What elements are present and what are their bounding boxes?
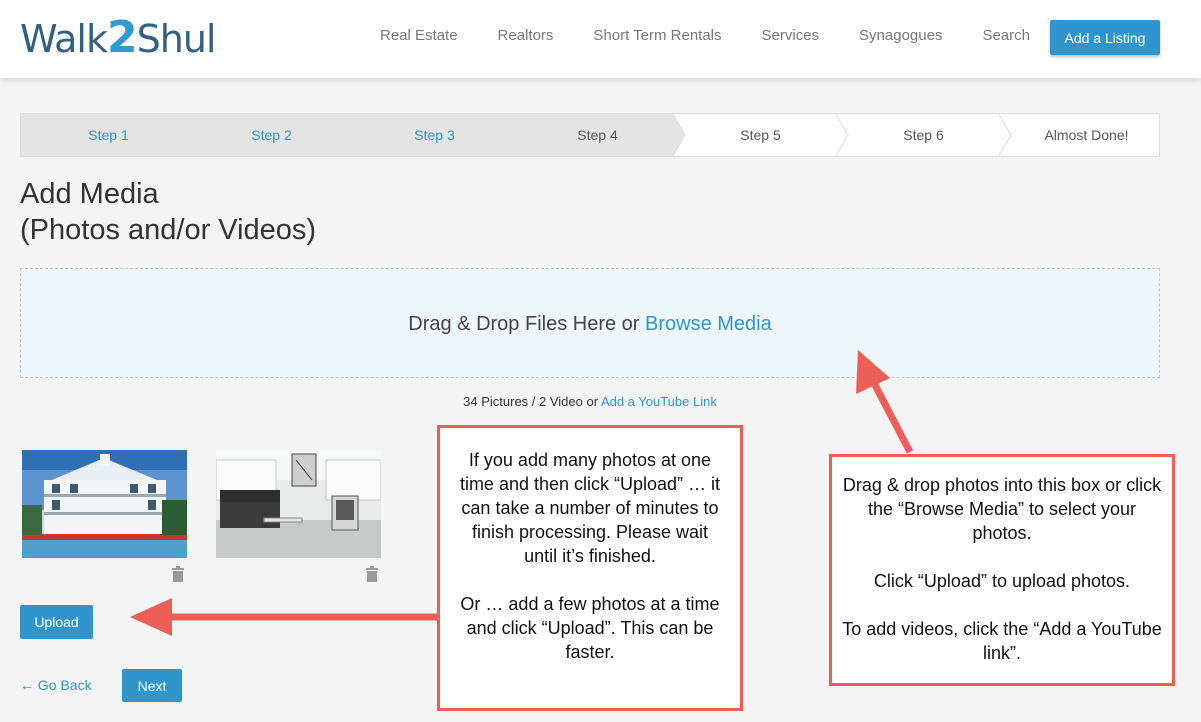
logo-two: 2: [107, 12, 138, 63]
title-line-1: Add Media: [20, 178, 159, 210]
media-dropzone[interactable]: Drag & Drop Files Here or Browse Media: [20, 268, 1160, 378]
media-count-text: 34 Pictures / 2 Video or: [463, 394, 601, 409]
step-1[interactable]: Step 1: [27, 114, 190, 156]
nav-synagogues[interactable]: Synagogues: [859, 26, 942, 46]
title-line-2: (Photos and/or Videos): [20, 214, 317, 246]
browse-media-link[interactable]: Browse Media: [645, 313, 772, 335]
step-4: Step 4: [577, 127, 618, 143]
upload-button[interactable]: Upload: [20, 605, 93, 639]
page-title: Add Media (Photos and/or Videos): [20, 176, 316, 248]
arrow-left-icon: ←: [20, 677, 34, 693]
step-5: Step 5: [740, 127, 781, 143]
nav-realtors[interactable]: Realtors: [498, 26, 554, 46]
go-back-label: Go Back: [37, 677, 92, 693]
step-6: Step 6: [903, 127, 944, 143]
main-nav: Real Estate Realtors Short Term Rentals …: [380, 26, 1030, 46]
step-progress-bar: Step 1 Step 2 Step 3 Step 4 Step 5 Step …: [20, 113, 1160, 157]
nav-search[interactable]: Search: [982, 26, 1030, 46]
nav-services[interactable]: Services: [762, 26, 820, 46]
logo-shul: Shul: [136, 17, 217, 61]
dropzone-tip-callout: Drag & drop photos into this box or clic…: [829, 454, 1175, 686]
logo-walk: Walk: [20, 17, 108, 61]
dropzone-text: Drag & Drop Files Here or: [408, 313, 646, 335]
media-thumbnail-house[interactable]: [22, 450, 187, 558]
nav-real-estate[interactable]: Real Estate: [380, 26, 458, 46]
media-counts: 34 Pictures / 2 Video or Add a YouTube L…: [0, 394, 1180, 409]
delete-living-room-photo-trash-icon[interactable]: [365, 566, 379, 582]
site-header: Walk2Shul Real Estate Realtors Short Ter…: [0, 0, 1201, 78]
add-youtube-link[interactable]: Add a YouTube Link: [601, 394, 717, 409]
nav-short-term-rentals[interactable]: Short Term Rentals: [593, 26, 721, 46]
media-thumbnail-living-room[interactable]: [216, 450, 381, 558]
step-3[interactable]: Step 3: [353, 114, 516, 156]
step-2[interactable]: Step 2: [190, 114, 353, 156]
add-listing-button[interactable]: Add a Listing: [1050, 20, 1160, 55]
go-back-link[interactable]: ← Go Back: [20, 677, 92, 693]
arrow-head-upload: [130, 598, 172, 636]
step-almost-done: Almost Done!: [1044, 127, 1129, 143]
upload-tip-callout: If you add many photos at one time and t…: [437, 425, 743, 711]
site-logo[interactable]: Walk2Shul: [20, 12, 217, 65]
next-button[interactable]: Next: [122, 669, 182, 702]
delete-house-photo-trash-icon[interactable]: [171, 566, 185, 582]
